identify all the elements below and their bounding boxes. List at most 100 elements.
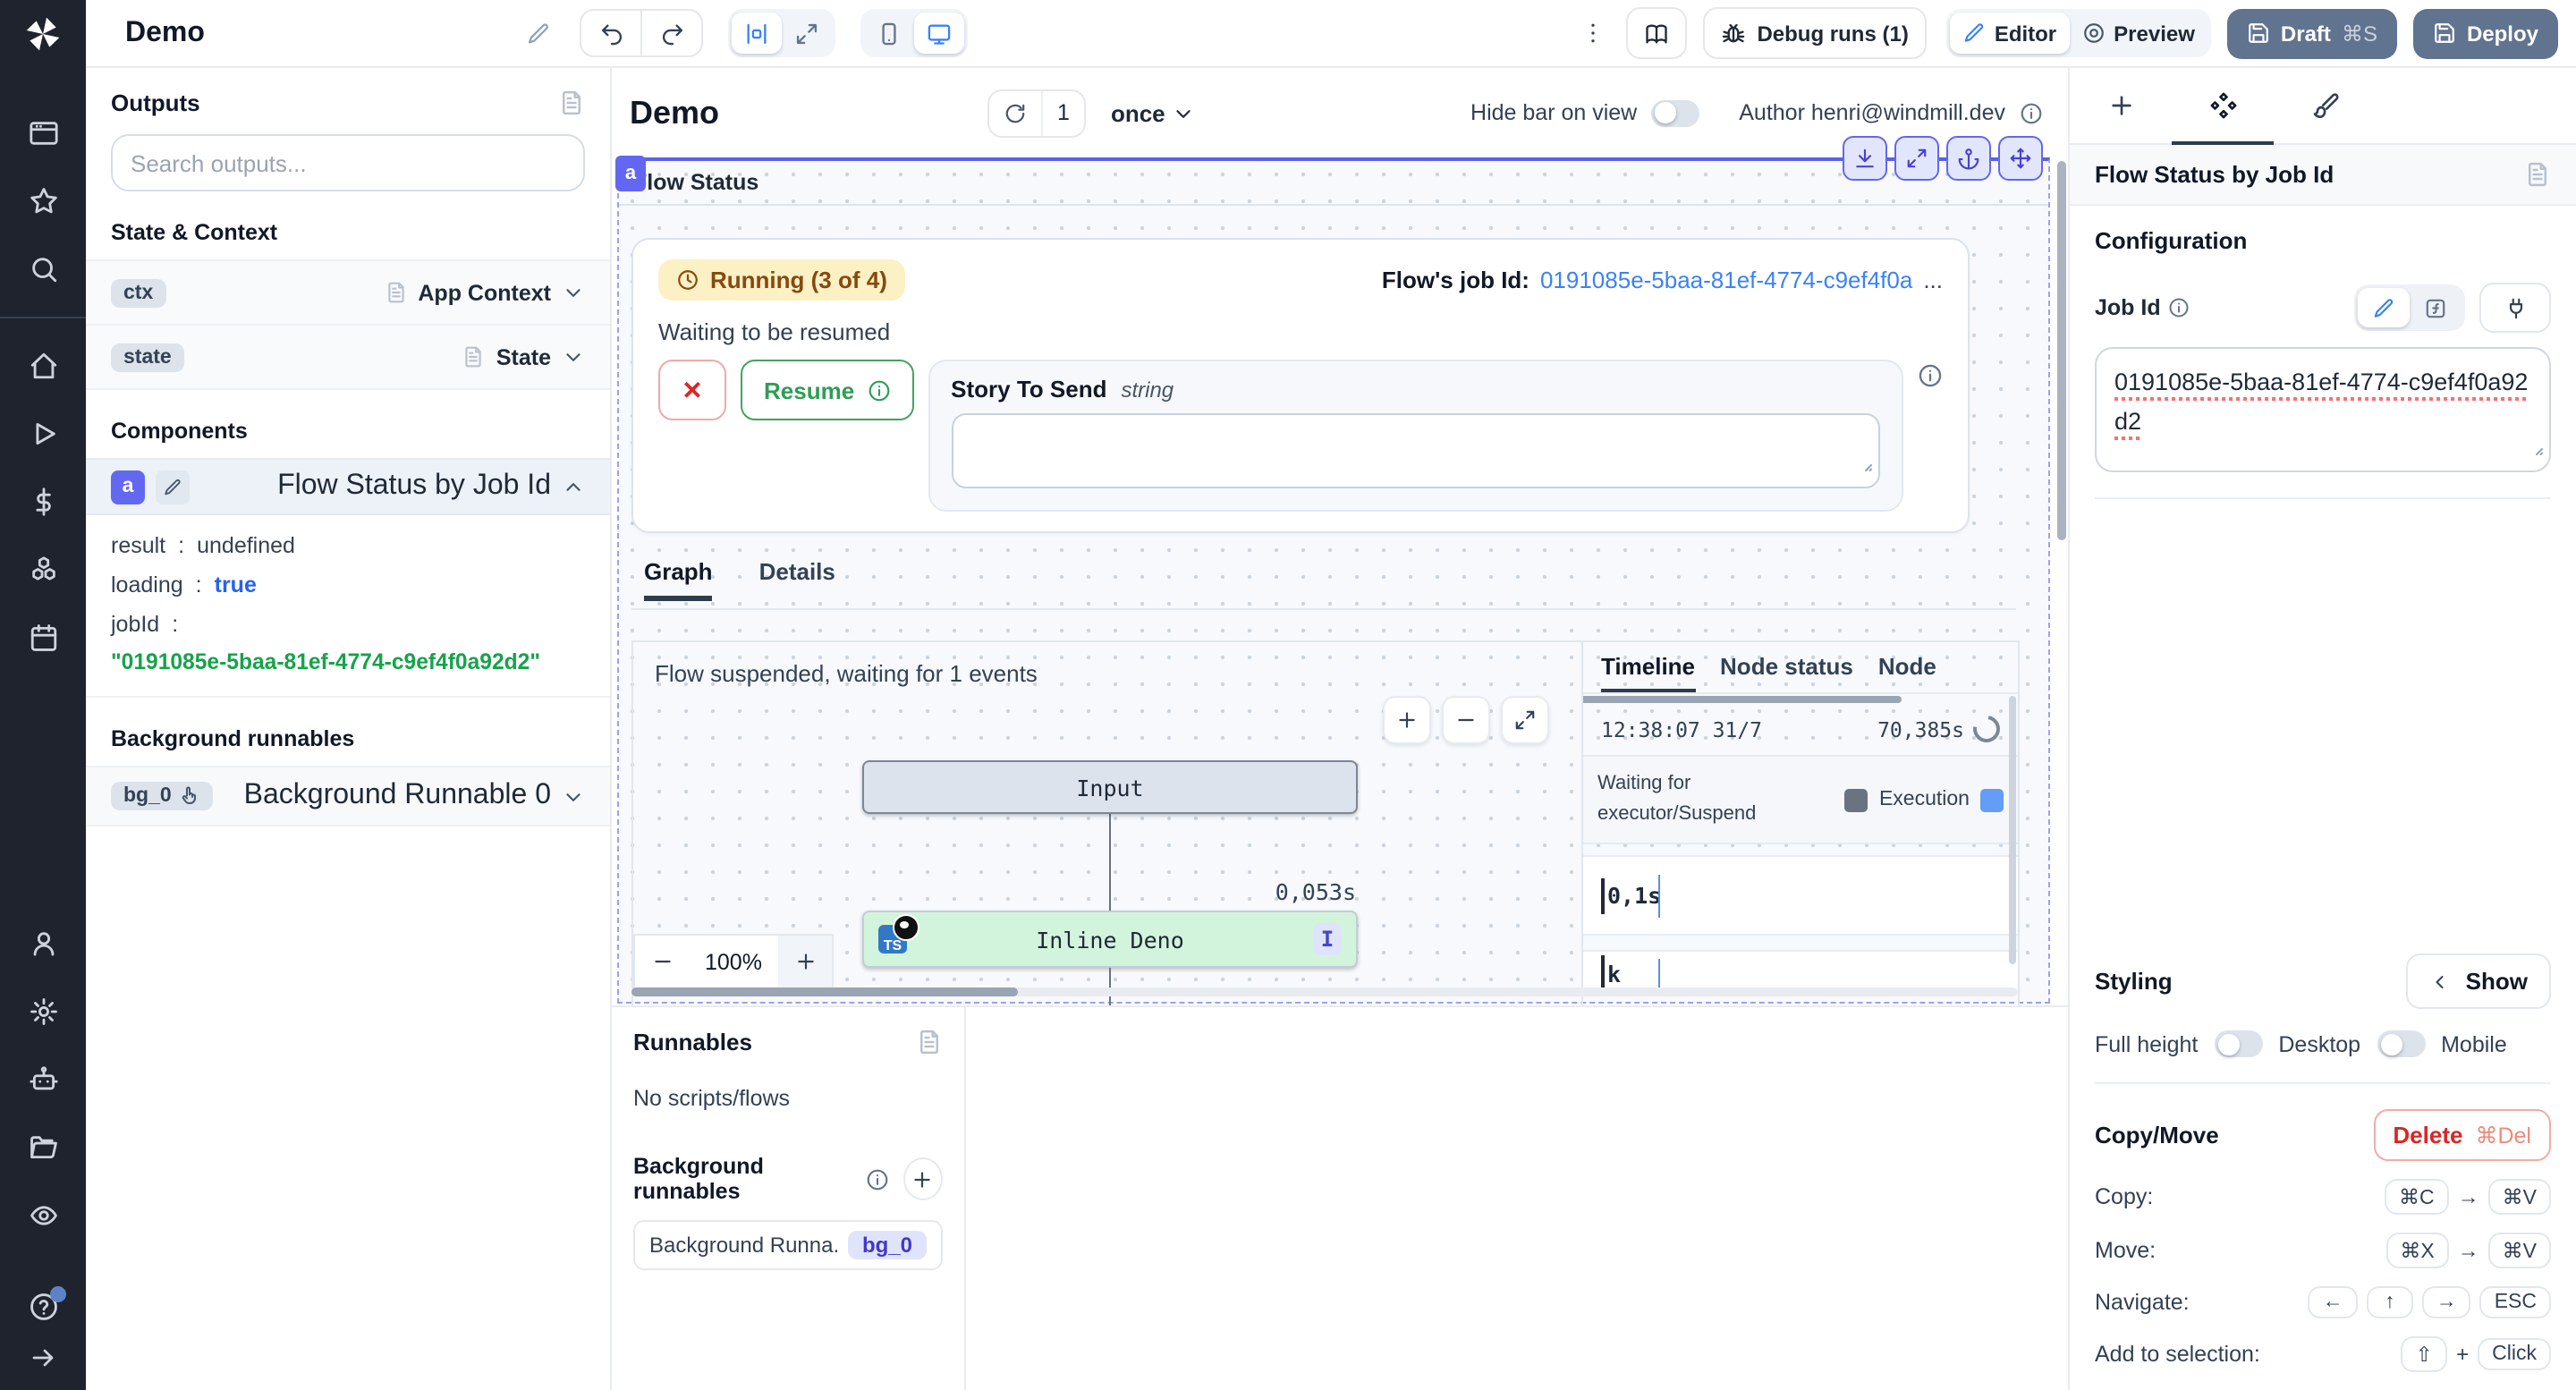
canvas-vertical-scrollbar[interactable] — [2057, 161, 2066, 984]
static-input-mode-button[interactable] — [2358, 288, 2410, 327]
settings-icon[interactable] — [28, 996, 58, 1027]
ctx-row[interactable]: ctx App Context — [86, 259, 610, 324]
bg-runnable-row[interactable]: bg_0 Background Runnable 0 — [86, 766, 610, 826]
hide-bar-toggle[interactable] — [1651, 99, 1699, 126]
resources-icon[interactable] — [28, 555, 58, 585]
author-info-icon[interactable] — [2020, 101, 2043, 124]
state-doc-icon[interactable] — [462, 345, 486, 369]
fullscreen-icon[interactable] — [1894, 136, 1939, 181]
undo-button[interactable] — [582, 11, 641, 55]
redo-button[interactable] — [641, 11, 702, 55]
runs-icon[interactable] — [28, 419, 58, 449]
flow-status-component[interactable]: a Flow Status Running (3 of 4) Flow's jo… — [617, 157, 2050, 1004]
connect-input-button[interactable] — [2479, 283, 2551, 333]
centered-layout-button[interactable] — [733, 13, 783, 54]
desktop-view-button[interactable] — [915, 13, 965, 54]
inline-deno-node[interactable]: TS Inline Deno I — [862, 911, 1358, 968]
zoom-in-button[interactable] — [778, 936, 832, 987]
variables-icon[interactable] — [28, 487, 58, 517]
outputs-doc-icon[interactable] — [558, 89, 585, 116]
move-icon[interactable] — [1998, 136, 2043, 181]
deploy-button[interactable]: Deploy — [2413, 8, 2558, 58]
component-doc-icon[interactable] — [2524, 161, 2551, 188]
bg-runnables-info-icon[interactable] — [866, 1167, 889, 1191]
component-horizontal-scrollbar[interactable] — [631, 987, 2018, 996]
state-context-title: State & Context — [111, 220, 585, 245]
eval-input-mode-button[interactable] — [2410, 288, 2462, 327]
component-a-row[interactable]: a Flow Status by Job Id — [86, 458, 610, 515]
desktop-toggle[interactable] — [2377, 1030, 2425, 1057]
form-info-icon[interactable] — [1918, 363, 1943, 388]
show-styling-button[interactable]: Show — [2407, 954, 2551, 1009]
delete-component-button[interactable]: Delete⌘Del — [2373, 1109, 2551, 1161]
user-icon[interactable] — [28, 928, 58, 959]
workers-icon[interactable] — [28, 1064, 58, 1095]
help-icon[interactable] — [28, 1292, 58, 1322]
apps-icon[interactable] — [28, 118, 58, 148]
loading-spinner-icon — [1968, 710, 2005, 748]
anchor-icon[interactable] — [1946, 136, 1991, 181]
prop-loading[interactable]: loading:true — [111, 572, 585, 598]
windmill-logo[interactable] — [0, 0, 86, 68]
more-menu-icon[interactable] — [1580, 20, 1606, 47]
refresh-button[interactable] — [989, 90, 1041, 135]
prop-jobid[interactable]: jobId: — [111, 612, 585, 637]
favorites-icon[interactable] — [28, 186, 58, 216]
rename-app-icon[interactable] — [527, 21, 552, 46]
collapse-sidebar-icon[interactable] — [29, 1343, 57, 1372]
tab-node[interactable]: Node — [1878, 653, 1936, 692]
editor-tab[interactable]: Editor — [1950, 13, 2069, 54]
bg-runnable-item[interactable]: Background Runna... bg_0 — [633, 1220, 943, 1270]
tab-node-status[interactable]: Node status — [1720, 653, 1853, 692]
audit-icon[interactable] — [28, 1200, 58, 1231]
schedules-icon[interactable] — [28, 623, 58, 653]
draft-button[interactable]: Draft⌘S — [2227, 8, 2397, 58]
chevron-down-icon[interactable] — [562, 345, 585, 369]
timeline-horizontal-scrollbar[interactable] — [1583, 696, 1902, 703]
expand-down-icon[interactable] — [1843, 136, 1887, 181]
ctx-doc-icon[interactable] — [384, 281, 407, 304]
chevron-down-icon[interactable] — [562, 281, 585, 304]
prop-result[interactable]: result:undefined — [111, 533, 585, 558]
search-icon[interactable] — [28, 254, 58, 284]
refresh-group: 1 — [987, 89, 1086, 137]
resume-button[interactable]: Resume — [741, 360, 913, 420]
graph-zoom-in-button[interactable] — [1383, 696, 1431, 744]
job-id-info-icon[interactable] — [2168, 297, 2190, 318]
timeline-row[interactable]: 0,1s — [1583, 855, 2018, 936]
input-node[interactable]: Input — [862, 760, 1358, 814]
state-row[interactable]: state State — [86, 324, 610, 390]
graph-zoom-out-button[interactable] — [1442, 696, 1490, 744]
runnables-doc-icon[interactable] — [916, 1029, 943, 1055]
resume-form: Story To Sendstring — [928, 360, 1903, 512]
home-icon[interactable] — [28, 351, 58, 381]
fullwidth-layout-button[interactable] — [783, 13, 833, 54]
debug-runs-button[interactable]: Debug runs (1) — [1703, 7, 1926, 59]
mobile-view-button[interactable] — [865, 13, 915, 54]
zoom-out-button[interactable] — [635, 936, 689, 987]
timeline-vertical-scrollbar[interactable] — [2009, 696, 2016, 964]
preview-tab[interactable]: Preview — [2069, 13, 2207, 54]
app-sidebar-rail — [0, 0, 86, 1390]
search-outputs-input[interactable] — [111, 134, 585, 191]
chevron-down-icon[interactable] — [562, 784, 585, 808]
docs-button[interactable] — [1626, 7, 1687, 59]
full-height-toggle[interactable] — [2214, 1030, 2262, 1057]
folders-icon[interactable] — [28, 1132, 58, 1163]
tab-graph[interactable]: Graph — [644, 558, 713, 601]
editor-preview-toggle: Editor Preview — [1946, 9, 2211, 57]
graph-fullscreen-button[interactable] — [1501, 696, 1549, 744]
job-id-textarea[interactable]: 0191085e-5baa-81ef-4774-c9ef4f0a92d2 — [2095, 347, 2551, 472]
add-bg-runnable-button[interactable] — [903, 1157, 943, 1200]
tab-timeline[interactable]: Timeline — [1601, 653, 1695, 692]
job-id-link[interactable]: 0191085e-5baa-81ef-4774-c9ef4f0a — [1540, 267, 1912, 293]
styling-tab[interactable] — [2274, 68, 2376, 143]
story-to-send-textarea[interactable] — [951, 413, 1880, 488]
chevron-up-icon[interactable] — [562, 475, 585, 498]
edit-component-id-icon[interactable] — [156, 470, 190, 504]
component-settings-tab[interactable] — [2172, 68, 2274, 143]
insert-component-tab[interactable] — [2070, 68, 2172, 143]
tab-details[interactable]: Details — [759, 558, 835, 601]
schedule-dropdown[interactable]: once — [1111, 99, 1196, 126]
cancel-button[interactable]: ✕ — [658, 360, 726, 420]
